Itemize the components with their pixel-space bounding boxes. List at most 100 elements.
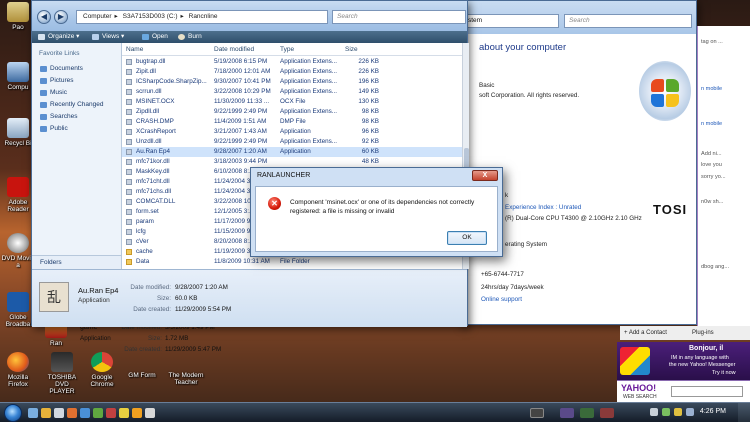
column-size[interactable]: Size: [345, 43, 358, 56]
file-name: mfc71kor.dll: [136, 158, 170, 165]
file-row[interactable]: CRASH.DMP 11/4/2009 1:51 AM DMP File 98 KB: [122, 117, 462, 127]
experience-index-link[interactable]: Experience Index : Unrated: [505, 204, 581, 211]
quicklaunch-icon[interactable]: [119, 408, 129, 418]
folders-toggle[interactable]: Folders: [32, 255, 121, 269]
file-row[interactable]: mfc71kor.dll 3/18/2003 9:44 PM 48 KB: [122, 157, 462, 167]
clock[interactable]: 4:26 PM: [700, 408, 726, 415]
nav-link-recently-changed[interactable]: Recently Changed: [40, 101, 103, 108]
show-desktop-button[interactable]: [738, 403, 750, 422]
file-date-modified: 9/22/1999 2:49 PM: [214, 108, 268, 115]
system-search-input[interactable]: Search: [564, 14, 692, 28]
quicklaunch-icon[interactable]: [106, 408, 116, 418]
back-button[interactable]: ◀: [37, 10, 51, 24]
tray-icon[interactable]: [686, 408, 694, 416]
ad-line: IM in any language with: [671, 355, 729, 361]
file-icon: [126, 239, 132, 245]
tray-icon[interactable]: [674, 408, 682, 416]
desktop-icon-firefox[interactable]: Mozilla Firefox: [0, 352, 36, 388]
file-row[interactable]: Data 11/8/2009 10:31 AM File Folder: [122, 257, 462, 267]
taskbar-app-button[interactable]: [560, 408, 574, 418]
nav-link-public[interactable]: Public: [40, 125, 68, 132]
messenger-contact[interactable]: n mobile: [701, 121, 722, 127]
nav-link-documents[interactable]: Documents: [40, 65, 83, 72]
breadcrumb-drive[interactable]: S3A7153D003 (C:): [123, 13, 178, 20]
tray-icon[interactable]: [650, 408, 658, 416]
views-button[interactable]: Views ▾: [92, 31, 124, 43]
tray-icon[interactable]: [662, 408, 670, 416]
file-row[interactable]: ICSharpCode.SharpZip... 9/30/2007 10:41 P…: [122, 77, 462, 87]
explorer-window[interactable]: ◀ ▶ Computer ▸ S3A7153D003 (C:) ▸ Rancnlin…: [31, 0, 469, 327]
file-row[interactable]: MSINET.OCX 11/30/2009 11:33 ... OCX File 13…: [122, 97, 462, 107]
yahoo-ad-banner[interactable]: Bonjour, il IM in any language with the …: [617, 342, 750, 380]
ghost-size: 1.72 MB: [165, 335, 189, 342]
quicklaunch-icon[interactable]: [93, 408, 103, 418]
address-bar[interactable]: Computer ▸ S3A7153D003 (C:) ▸ Rancnline: [76, 10, 328, 24]
online-support-link[interactable]: Online support: [481, 296, 522, 303]
file-row[interactable]: Zipdll.dll 9/22/1999 2:49 PM Application E…: [122, 107, 462, 117]
desktop-icon-label: GM Form: [128, 372, 156, 379]
breadcrumb-folder[interactable]: Rancnline: [189, 13, 218, 20]
file-size: 96 KB: [361, 128, 379, 135]
taskbar-app-button[interactable]: [530, 408, 544, 418]
taskbar-app-button[interactable]: [580, 408, 594, 418]
organize-button[interactable]: Organize ▾: [38, 31, 79, 43]
messenger-contact[interactable]: sorry yo...: [701, 174, 726, 180]
file-date-modified: 3/21/2007 1:43 AM: [214, 128, 267, 135]
file-row[interactable]: Zipit.dll 7/18/2000 12:01 AM Application E…: [122, 67, 462, 77]
details-size-label: Size:: [157, 295, 171, 302]
quicklaunch-icon[interactable]: [80, 408, 90, 418]
column-type[interactable]: Type: [280, 43, 294, 56]
forward-button[interactable]: ▶: [54, 10, 68, 24]
file-list-header: Name Date modified Type Size: [122, 43, 462, 56]
explorer-toolbar: Organize ▾ Views ▾ Open Burn: [32, 31, 467, 43]
start-button[interactable]: [4, 404, 22, 422]
file-name: ICSharpCode.SharpZip...: [136, 78, 207, 85]
messenger-contact[interactable]: Add ni...: [701, 151, 722, 157]
nav-link-pictures[interactable]: Pictures: [40, 77, 73, 84]
quicklaunch-icon[interactable]: [54, 408, 64, 418]
breadcrumb-computer[interactable]: Computer: [83, 13, 112, 20]
file-name: Au.Ran Ep4: [136, 148, 170, 155]
organize-icon: [38, 34, 45, 40]
nav-link-music[interactable]: Music: [40, 89, 67, 96]
file-row[interactable]: Au.Ran Ep4 9/28/2007 1:20 AM Application 60…: [122, 147, 462, 157]
file-row[interactable]: XCrashReport 3/21/2007 1:43 AM Application…: [122, 127, 462, 137]
file-row[interactable]: Unzdll.dll 9/22/1999 2:49 PM Application E…: [122, 137, 462, 147]
favorite-links-title: Favorite Links: [39, 50, 80, 57]
taskbar-app-button[interactable]: [600, 408, 614, 418]
close-button[interactable]: X: [472, 170, 498, 181]
messenger-contact[interactable]: n0w sh...: [701, 199, 723, 205]
quicklaunch-icon[interactable]: [67, 408, 77, 418]
burn-button[interactable]: Burn: [178, 31, 202, 43]
nav-link-searches[interactable]: Searches: [40, 113, 77, 120]
column-name[interactable]: Name: [126, 43, 143, 56]
quicklaunch-icon[interactable]: [28, 408, 38, 418]
ok-button[interactable]: OK: [447, 231, 487, 245]
yahoo-search-input[interactable]: [671, 386, 743, 397]
file-row[interactable]: scrrun.dll 3/22/2008 10:29 PM Application …: [122, 87, 462, 97]
column-date-modified[interactable]: Date modified: [214, 43, 254, 56]
system-properties-window[interactable]: stem Search about your computer Basic so…: [460, 0, 697, 325]
quicklaunch-icon[interactable]: [41, 408, 51, 418]
messenger-contact[interactable]: dbog ang...: [701, 264, 729, 270]
file-icon: [126, 99, 132, 105]
file-name: MSINET.OCX: [136, 98, 175, 105]
plugins-button[interactable]: Plug-ins: [692, 326, 714, 340]
file-size: 196 KB: [358, 78, 379, 85]
file-date-modified: 9/28/2007 1:20 AM: [214, 148, 267, 155]
quicklaunch-icon[interactable]: [145, 408, 155, 418]
file-size: 60 KB: [361, 148, 379, 155]
messenger-contact[interactable]: n mobile: [701, 86, 722, 92]
messenger-contact[interactable]: tag on ...: [701, 39, 723, 45]
error-dialog[interactable]: RANLAUNCHER X ✕ Component 'msinet.ocx' o…: [250, 167, 503, 257]
file-type: Application Extens...: [280, 58, 338, 65]
open-button[interactable]: Open: [142, 31, 168, 43]
add-contact-button[interactable]: + Add a Contact: [624, 326, 667, 340]
file-row[interactable]: bugtrap.dll 5/19/2008 6:15 PM Application …: [122, 57, 462, 67]
search-input[interactable]: Search: [332, 10, 466, 24]
messenger-panel[interactable]: tag on ... n mobile n mobile Add ni... l…: [697, 26, 750, 326]
quicklaunch-icon[interactable]: [132, 408, 142, 418]
ad-title: Bonjour, il: [689, 345, 724, 352]
system-address-bar[interactable]: stem: [461, 14, 559, 28]
messenger-contact[interactable]: love you: [701, 162, 722, 168]
